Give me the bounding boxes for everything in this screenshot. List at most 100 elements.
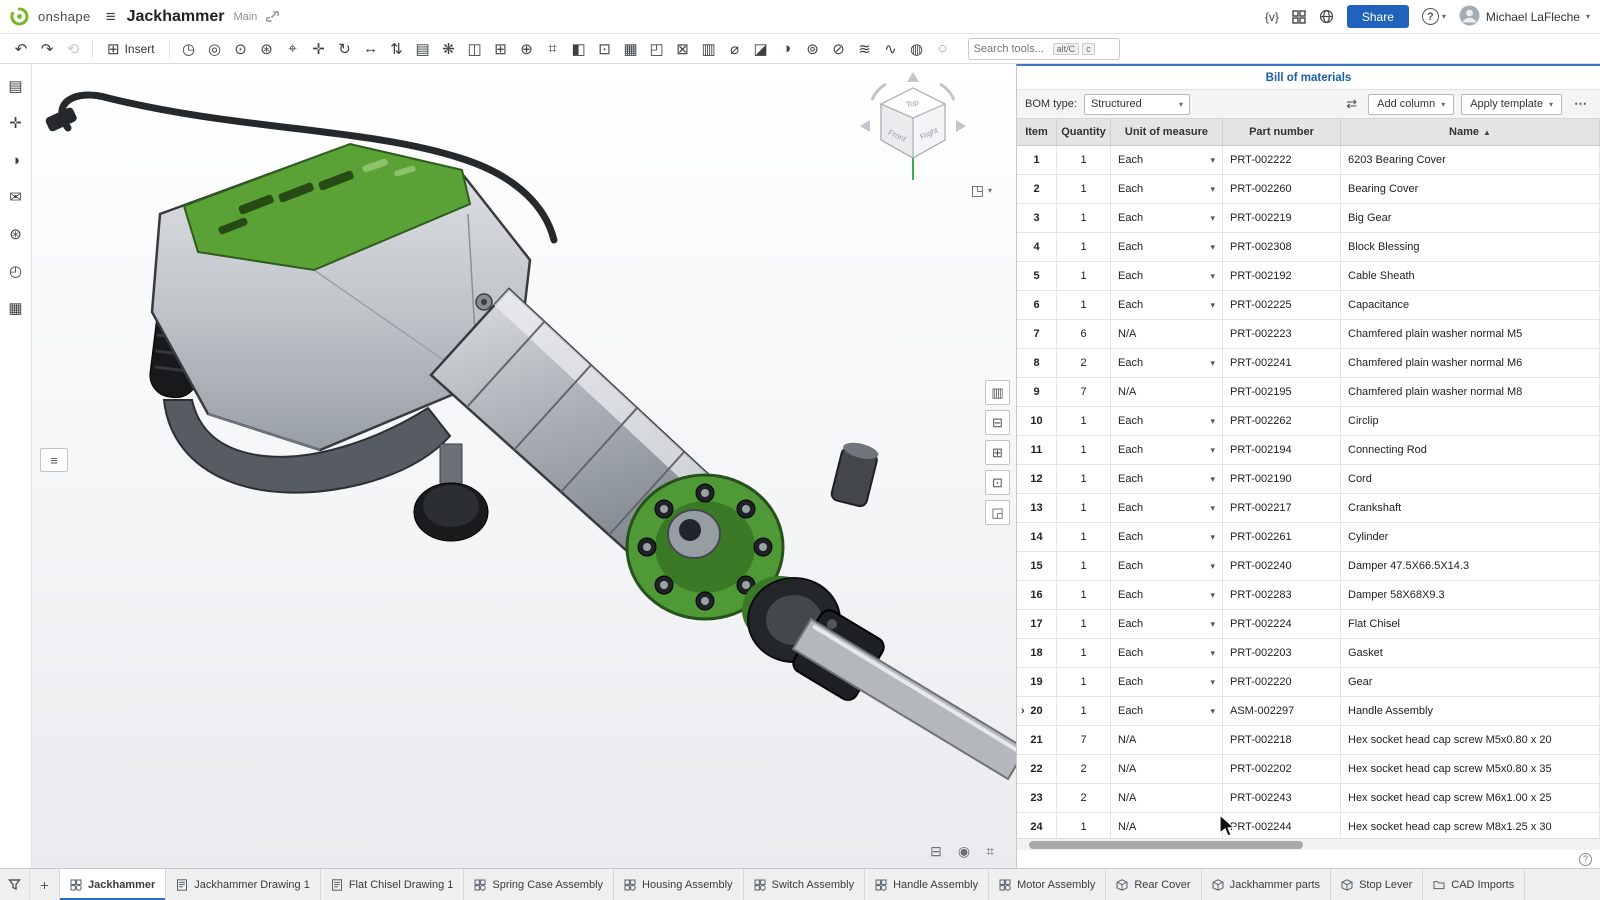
comments-icon[interactable]: ✉: [3, 185, 29, 209]
bom-uom-cell[interactable]: Each▾: [1111, 204, 1223, 232]
bom-item-cell[interactable]: 6: [1017, 291, 1057, 319]
bom-item-cell[interactable]: 4: [1017, 233, 1057, 261]
bom-item-cell[interactable]: 9: [1017, 378, 1057, 406]
column-header-part-number[interactable]: Part number: [1223, 119, 1341, 145]
snapshot-icon[interactable]: ◉: [958, 843, 970, 860]
bom-quantity-cell[interactable]: 1: [1057, 581, 1111, 609]
bom-quantity-cell[interactable]: 2: [1057, 755, 1111, 783]
dropdown-caret-icon[interactable]: ▾: [1210, 213, 1215, 224]
linked-document-flyout-icon[interactable]: ⊞: [985, 440, 1010, 465]
bom-part-number-cell[interactable]: PRT-002192: [1223, 262, 1341, 290]
bom-name-cell[interactable]: Gasket: [1341, 639, 1600, 667]
bom-item-cell[interactable]: 12: [1017, 465, 1057, 493]
bom-uom-cell[interactable]: Each▾: [1111, 494, 1223, 522]
bom-name-cell[interactable]: Big Gear: [1341, 204, 1600, 232]
bom-uom-cell[interactable]: Each▾: [1111, 407, 1223, 435]
help-icon[interactable]: ?: [1422, 8, 1439, 25]
bom-item-cell[interactable]: 8: [1017, 349, 1057, 377]
table-row[interactable]: 241N/APRT-002244Hex socket head cap scre…: [1017, 813, 1600, 838]
bom-name-cell[interactable]: Hex socket head cap screw M5x0.80 x 20: [1341, 726, 1600, 754]
routing-icon[interactable]: ∿: [878, 37, 904, 61]
globe-icon[interactable]: [1319, 9, 1334, 24]
appearance-panel-icon[interactable]: ◑: [3, 148, 29, 172]
bom-quantity-cell[interactable]: 6: [1057, 320, 1111, 348]
history-icon[interactable]: ◴: [3, 259, 29, 283]
bom-item-cell[interactable]: 24: [1017, 813, 1057, 838]
bom-name-cell[interactable]: Connecting Rod: [1341, 436, 1600, 464]
bom-name-cell[interactable]: Crankshaft: [1341, 494, 1600, 522]
bom-part-number-cell[interactable]: PRT-002260: [1223, 175, 1341, 203]
bom-table-icon[interactable]: ▥: [696, 37, 722, 61]
bom-quantity-cell[interactable]: 2: [1057, 784, 1111, 812]
table-row[interactable]: 61Each▾PRT-002225Capacitance: [1017, 291, 1600, 320]
dropdown-caret-icon[interactable]: ▾: [1210, 706, 1215, 717]
bom-quantity-cell[interactable]: 1: [1057, 639, 1111, 667]
tab-cad-imports[interactable]: CAD Imports: [1423, 869, 1525, 900]
bom-uom-cell[interactable]: Each▾: [1111, 639, 1223, 667]
bom-name-cell[interactable]: Damper 47.5X66.5X14.3: [1341, 552, 1600, 580]
tool-search[interactable]: alt/C c: [968, 38, 1120, 60]
bom-part-number-cell[interactable]: PRT-002217: [1223, 494, 1341, 522]
bom-part-number-cell[interactable]: PRT-002244: [1223, 813, 1341, 838]
bom-name-cell[interactable]: Handle Assembly: [1341, 697, 1600, 725]
model-viewport[interactable]: Top Front Right ◳ ▾ ≡ ▥⊟⊞⊡◲ ⊟◉⌗: [32, 64, 1016, 868]
markup-flyout-icon[interactable]: ◲: [985, 500, 1010, 525]
tab-jackhammer-drawing-1[interactable]: Jackhammer Drawing 1: [166, 869, 321, 900]
tab-jackhammer[interactable]: Jackhammer: [60, 869, 166, 900]
bom-quantity-cell[interactable]: 1: [1057, 610, 1111, 638]
column-header-uom[interactable]: Unit of measure: [1111, 119, 1223, 145]
table-row[interactable]: 171Each▾PRT-002224Flat Chisel: [1017, 610, 1600, 639]
bom-name-cell[interactable]: Cable Sheath: [1341, 262, 1600, 290]
bom-uom-cell[interactable]: N/A: [1111, 813, 1223, 838]
feature-list-icon[interactable]: ▤: [3, 74, 29, 98]
mirror-icon[interactable]: ◫: [462, 37, 488, 61]
featurescript-icon[interactable]: {v}: [1265, 10, 1279, 24]
spring-icon[interactable]: ≋: [852, 37, 878, 61]
measure-icon[interactable]: ⌀: [722, 37, 748, 61]
bom-part-number-cell[interactable]: PRT-002190: [1223, 465, 1341, 493]
table-row[interactable]: 181Each▾PRT-002203Gasket: [1017, 639, 1600, 668]
replicate-icon[interactable]: ⊞: [488, 37, 514, 61]
simulation-icon[interactable]: ◍: [904, 37, 930, 61]
section-view-icon[interactable]: ◪: [748, 37, 774, 61]
bom-quantity-cell[interactable]: 1: [1057, 697, 1111, 725]
dropdown-caret-icon[interactable]: ▾: [1210, 503, 1215, 514]
bom-uom-cell[interactable]: Each▾: [1111, 436, 1223, 464]
more-options-icon[interactable]: ⋯: [1569, 96, 1592, 112]
bom-quantity-cell[interactable]: 2: [1057, 349, 1111, 377]
bom-part-number-cell[interactable]: PRT-002195: [1223, 378, 1341, 406]
bom-part-number-cell[interactable]: PRT-002202: [1223, 755, 1341, 783]
bom-uom-cell[interactable]: Each▾: [1111, 610, 1223, 638]
dropdown-caret-icon[interactable]: ▾: [1210, 242, 1215, 253]
table-row[interactable]: 161Each▾PRT-002283Damper 58X68X9.3: [1017, 581, 1600, 610]
bom-quantity-cell[interactable]: 1: [1057, 233, 1111, 261]
bom-name-cell[interactable]: Block Blessing: [1341, 233, 1600, 261]
table-row[interactable]: 232N/APRT-002243Hex socket head cap scre…: [1017, 784, 1600, 813]
onshape-logo-icon[interactable]: [10, 7, 29, 26]
dropdown-caret-icon[interactable]: ▾: [1210, 590, 1215, 601]
share-button[interactable]: Share: [1347, 5, 1409, 28]
view-cube[interactable]: Top Front Right: [854, 68, 972, 193]
table-row[interactable]: 217N/APRT-002218Hex socket head cap scre…: [1017, 726, 1600, 755]
bom-quantity-cell[interactable]: 1: [1057, 291, 1111, 319]
bom-part-number-cell[interactable]: PRT-002225: [1223, 291, 1341, 319]
tab-handle-assembly[interactable]: Handle Assembly: [865, 869, 989, 900]
bom-quantity-cell[interactable]: 1: [1057, 668, 1111, 696]
tab-stop-lever[interactable]: Stop Lever: [1331, 869, 1423, 900]
circular-pattern-icon[interactable]: ❋: [436, 37, 462, 61]
tab-housing-assembly[interactable]: Housing Assembly: [614, 869, 744, 900]
table-row[interactable]: 41Each▾PRT-002308Block Blessing: [1017, 233, 1600, 262]
insert-button[interactable]: ⊞ Insert: [99, 35, 163, 63]
bom-uom-cell[interactable]: Each▾: [1111, 146, 1223, 174]
bom-name-cell[interactable]: Hex socket head cap screw M5x0.80 x 35: [1341, 755, 1600, 783]
bom-item-cell[interactable]: 2: [1017, 175, 1057, 203]
bom-part-number-cell[interactable]: PRT-002220: [1223, 668, 1341, 696]
bom-quantity-cell[interactable]: 7: [1057, 378, 1111, 406]
bom-part-number-cell[interactable]: PRT-002222: [1223, 146, 1341, 174]
bom-quantity-cell[interactable]: 1: [1057, 204, 1111, 232]
bom-part-number-cell[interactable]: PRT-002262: [1223, 407, 1341, 435]
bom-uom-cell[interactable]: N/A: [1111, 320, 1223, 348]
help-menu[interactable]: ? ▾: [1422, 8, 1446, 25]
table-row[interactable]: 51Each▾PRT-002192Cable Sheath: [1017, 262, 1600, 291]
tab-rear-cover[interactable]: Rear Cover: [1106, 869, 1201, 900]
